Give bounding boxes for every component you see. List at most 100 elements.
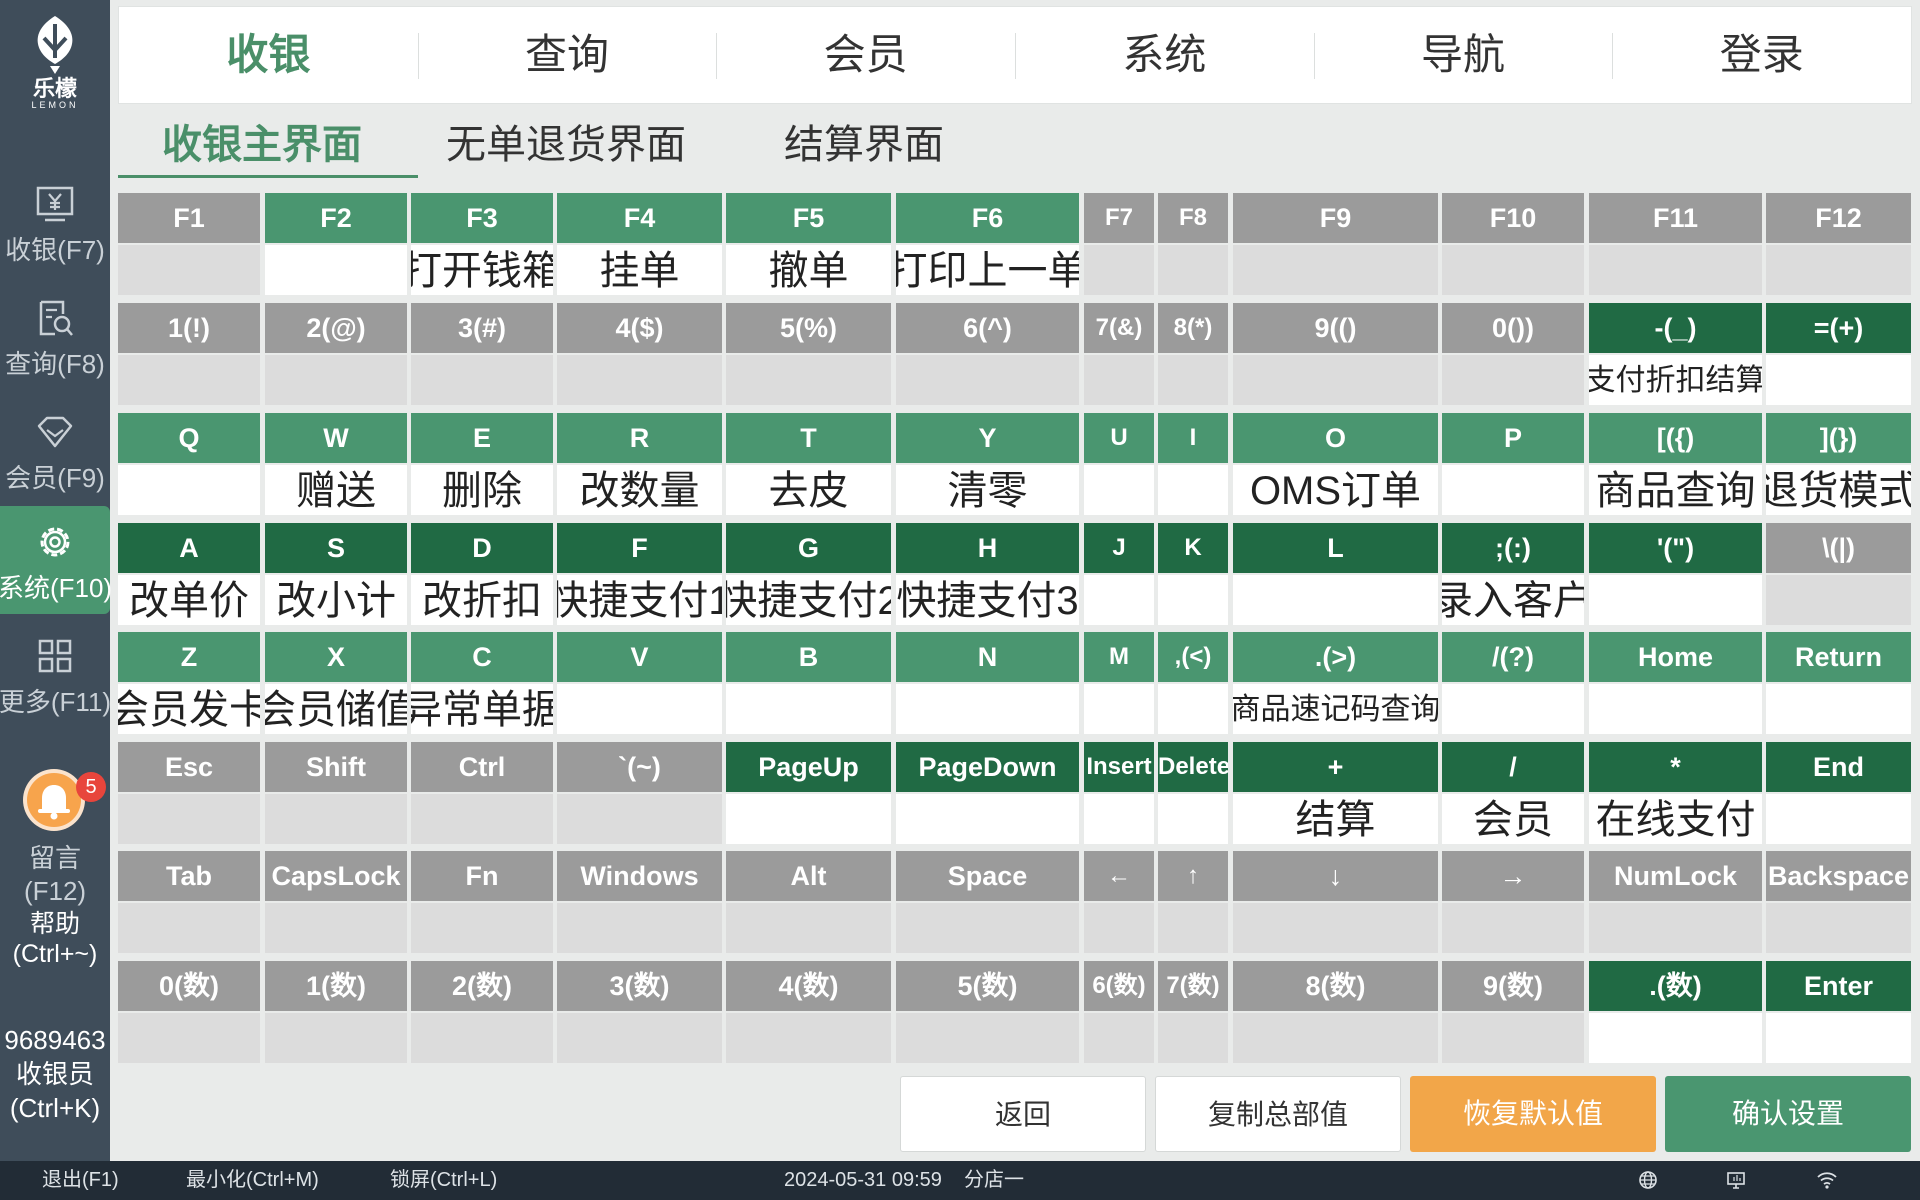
back-button[interactable]: 返回: [900, 1076, 1146, 1152]
key-cell[interactable]: Esc: [118, 742, 260, 844]
key-cell[interactable]: [({) 商品查询: [1589, 413, 1762, 515]
key-function[interactable]: [1233, 1013, 1438, 1063]
key-function[interactable]: OMS订单: [1233, 465, 1438, 515]
key-cell[interactable]: ↓: [1233, 851, 1438, 953]
restore-default-button[interactable]: 恢复默认值: [1410, 1076, 1656, 1152]
key-function[interactable]: [896, 794, 1079, 844]
key-cell[interactable]: 5(%): [726, 303, 891, 405]
key-cell[interactable]: C 异常单据: [411, 632, 553, 734]
key-function[interactable]: [726, 355, 891, 405]
key-cell[interactable]: Return: [1766, 632, 1911, 734]
key-function[interactable]: [1766, 684, 1911, 734]
help-shortcut[interactable]: (Ctrl+~): [0, 938, 110, 971]
globe-icon[interactable]: [1638, 1170, 1658, 1190]
lock-screen-button[interactable]: 锁屏(Ctrl+L): [390, 1161, 497, 1200]
key-function[interactable]: [1084, 575, 1154, 625]
key-function[interactable]: [265, 245, 407, 295]
key-cell[interactable]: 5(数): [896, 961, 1079, 1063]
key-cell[interactable]: `(~): [557, 742, 722, 844]
key-function[interactable]: 会员发卡: [118, 684, 260, 734]
key-cell[interactable]: / 会员: [1442, 742, 1584, 844]
key-function[interactable]: [1589, 903, 1762, 953]
key-cell[interactable]: V: [557, 632, 722, 734]
tab-system[interactable]: 系统: [1015, 7, 1314, 103]
key-cell[interactable]: 6(^): [896, 303, 1079, 405]
key-cell[interactable]: * 在线支付: [1589, 742, 1762, 844]
key-function[interactable]: [1158, 684, 1228, 734]
key-cell[interactable]: H 快捷支付3: [896, 523, 1079, 625]
key-function[interactable]: [1442, 465, 1584, 515]
key-function[interactable]: 改小计: [265, 575, 407, 625]
key-cell[interactable]: Fn: [411, 851, 553, 953]
key-cell[interactable]: F3 打开钱箱: [411, 193, 553, 295]
key-function[interactable]: [557, 1013, 722, 1063]
tab-query[interactable]: 查询: [417, 7, 717, 103]
key-cell[interactable]: Q: [118, 413, 260, 515]
sidebar-item-more[interactable]: 更多(F11): [0, 620, 111, 728]
key-cell[interactable]: W 赠送: [265, 413, 407, 515]
key-function[interactable]: [1158, 794, 1228, 844]
key-cell[interactable]: Shift: [265, 742, 407, 844]
key-function[interactable]: [1084, 684, 1154, 734]
key-function[interactable]: [118, 794, 260, 844]
key-function[interactable]: [1589, 245, 1762, 295]
key-cell[interactable]: Enter: [1766, 961, 1911, 1063]
key-function[interactable]: [1233, 903, 1438, 953]
sidebar-item-message[interactable]: 留言(F12): [0, 842, 110, 908]
key-function[interactable]: [1442, 684, 1584, 734]
key-cell[interactable]: 7(&): [1084, 303, 1154, 405]
key-cell[interactable]: F12: [1766, 193, 1911, 295]
key-function[interactable]: 退货模式: [1766, 465, 1911, 515]
key-function[interactable]: [265, 355, 407, 405]
sidebar-item-cashier[interactable]: 收银(F7): [0, 168, 110, 276]
key-cell[interactable]: 9((): [1233, 303, 1438, 405]
key-cell[interactable]: 8(数): [1233, 961, 1438, 1063]
key-function[interactable]: [1589, 684, 1762, 734]
key-cell[interactable]: F 快捷支付1: [557, 523, 722, 625]
key-function[interactable]: 商品速记码查询: [1233, 684, 1438, 734]
key-function[interactable]: [1158, 355, 1228, 405]
key-cell[interactable]: Delete: [1158, 742, 1228, 844]
key-function[interactable]: [411, 794, 553, 844]
sidebar-item-system[interactable]: 系统(F10): [0, 506, 112, 614]
bell-icon[interactable]: [22, 768, 86, 832]
key-cell[interactable]: S 改小计: [265, 523, 407, 625]
key-function[interactable]: [118, 1013, 260, 1063]
key-cell[interactable]: ←: [1084, 851, 1154, 953]
key-cell[interactable]: O OMS订单: [1233, 413, 1438, 515]
key-cell[interactable]: 4($): [557, 303, 722, 405]
key-function[interactable]: [1442, 355, 1584, 405]
key-function[interactable]: [726, 794, 891, 844]
key-function[interactable]: [1766, 794, 1911, 844]
key-function[interactable]: [1766, 903, 1911, 953]
key-function[interactable]: 支付折扣结算: [1589, 355, 1762, 405]
key-function[interactable]: 录入客户: [1442, 575, 1584, 625]
subtab-cashier-main[interactable]: 收银主界面: [162, 112, 362, 178]
key-function[interactable]: [1766, 245, 1911, 295]
key-function[interactable]: [1442, 1013, 1584, 1063]
key-cell[interactable]: Y 清零: [896, 413, 1079, 515]
key-function[interactable]: 改数量: [557, 465, 722, 515]
key-function[interactable]: [1084, 465, 1154, 515]
key-function[interactable]: [896, 355, 1079, 405]
key-function[interactable]: [896, 903, 1079, 953]
key-cell[interactable]: D 改折扣: [411, 523, 553, 625]
key-cell[interactable]: F9: [1233, 193, 1438, 295]
key-cell[interactable]: R 改数量: [557, 413, 722, 515]
key-cell[interactable]: Space: [896, 851, 1079, 953]
key-function[interactable]: 打开钱箱: [411, 245, 553, 295]
key-cell[interactable]: J: [1084, 523, 1154, 625]
key-cell[interactable]: F11: [1589, 193, 1762, 295]
key-cell[interactable]: 4(数): [726, 961, 891, 1063]
tab-login[interactable]: 登录: [1612, 7, 1911, 103]
key-function[interactable]: 清零: [896, 465, 1079, 515]
key-function[interactable]: [1233, 575, 1438, 625]
key-cell[interactable]: F4 挂单: [557, 193, 722, 295]
key-cell[interactable]: 0()): [1442, 303, 1584, 405]
key-function[interactable]: [118, 903, 260, 953]
key-function[interactable]: [1084, 1013, 1154, 1063]
exit-button[interactable]: 退出(F1): [42, 1161, 119, 1200]
key-cell[interactable]: =(+): [1766, 303, 1911, 405]
key-function[interactable]: [1084, 794, 1154, 844]
key-function[interactable]: 改单价: [118, 575, 260, 625]
